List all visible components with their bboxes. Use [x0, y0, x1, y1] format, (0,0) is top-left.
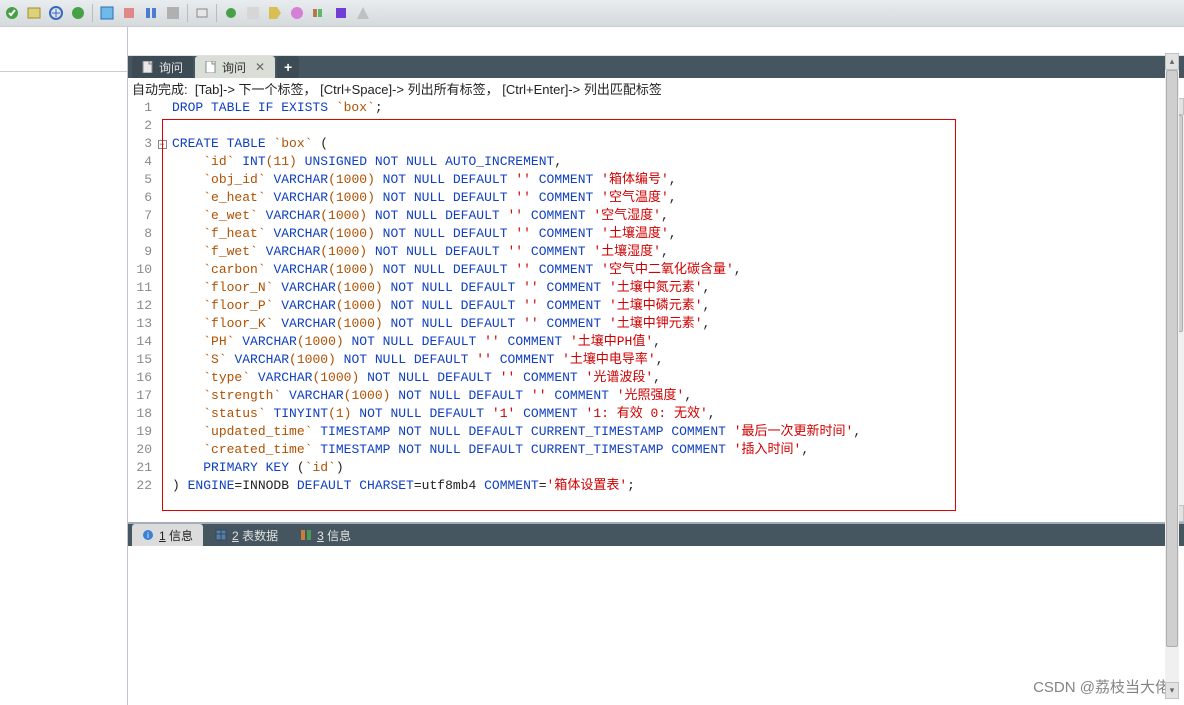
toolbar-icon[interactable]: [267, 5, 283, 21]
toolbar-icon[interactable]: [245, 5, 261, 21]
sidebar: [0, 27, 128, 705]
toolbar-icon[interactable]: [289, 5, 305, 21]
toolbar-icon[interactable]: [355, 5, 371, 21]
close-icon[interactable]: ✕: [251, 61, 265, 73]
toolbar-icon[interactable]: [143, 5, 159, 21]
scroll-down-icon[interactable]: ▾: [1165, 682, 1179, 699]
toolbar-icon[interactable]: [311, 5, 327, 21]
tab-label: 询问: [222, 59, 246, 76]
toolbar-icon[interactable]: [99, 5, 115, 21]
toolbar-icon[interactable]: [194, 5, 210, 21]
result-tab-info-1[interactable]: i 1 1 信息信息: [132, 524, 203, 546]
result-tab-tabledata[interactable]: 2 表数据: [205, 524, 288, 546]
code-area[interactable]: DROP TABLE IF EXISTS `box`;CREATE TABLE …: [168, 98, 1184, 522]
result-body: [128, 546, 1184, 705]
result-tab-info-3[interactable]: 3 信息: [290, 524, 361, 546]
outer-scrollbar[interactable]: ▴ ▾: [1165, 53, 1179, 699]
info-icon: [300, 529, 312, 541]
info-icon: i: [142, 529, 154, 541]
tab-label: 询问: [159, 59, 183, 76]
toolbar-icon[interactable]: [165, 5, 181, 21]
toolbar-icon[interactable]: [223, 5, 239, 21]
tab-add-button[interactable]: +: [277, 56, 299, 78]
table-icon: [215, 529, 227, 541]
toolbar-icon[interactable]: [4, 5, 20, 21]
svg-text:i: i: [147, 531, 149, 540]
toolbar-icon[interactable]: [48, 5, 64, 21]
top-toolbar: [0, 0, 1184, 27]
scroll-thumb[interactable]: [1166, 70, 1178, 647]
sql-editor[interactable]: 12345678910111213141516171819202122 − DR…: [128, 98, 1184, 524]
scroll-up-icon[interactable]: ▴: [1165, 53, 1179, 70]
toolbar-icon[interactable]: [70, 5, 86, 21]
tab-query-1[interactable]: 询问: [132, 56, 193, 78]
fold-column: −: [156, 98, 168, 522]
autocomplete-hint: 自动完成: [Tab]-> 下一个标签， [Ctrl+Space]-> 列出所有…: [128, 78, 1184, 98]
document-icon: [205, 61, 217, 73]
result-tabs: i 1 1 信息信息 2 表数据 3 信息: [128, 524, 1184, 546]
document-icon: [142, 61, 154, 73]
toolbar-icon[interactable]: [26, 5, 42, 21]
line-gutter: 12345678910111213141516171819202122: [128, 98, 156, 522]
toolbar-icon[interactable]: [121, 5, 137, 21]
tab-query-2[interactable]: 询问 ✕: [195, 56, 275, 78]
editor-tabs: 询问 询问 ✕ +: [128, 56, 1184, 78]
toolbar-icon[interactable]: [333, 5, 349, 21]
